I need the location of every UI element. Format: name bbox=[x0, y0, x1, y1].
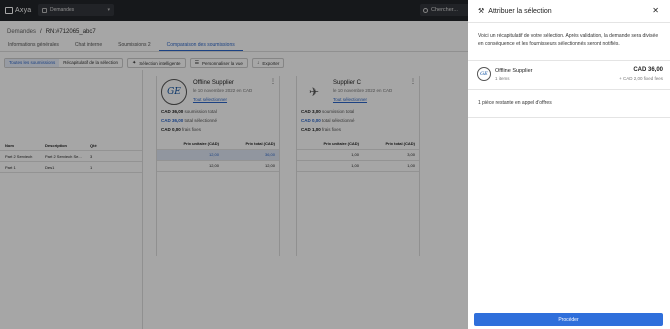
proceed-button[interactable]: Procéder bbox=[474, 313, 663, 326]
close-icon[interactable]: ✕ bbox=[652, 6, 659, 15]
supplier-fixed-fees: + CAD 2,00 fixed fees bbox=[619, 76, 663, 81]
panel-description: Voici un récapitulatif de votre sélectio… bbox=[478, 33, 659, 47]
panel-title: ⚒ Attribuer la sélection bbox=[478, 7, 552, 16]
supplier-price: CAD 36,00 bbox=[633, 67, 663, 73]
supplier-items-count: 1 items bbox=[495, 76, 510, 81]
modal-backdrop[interactable] bbox=[0, 0, 468, 329]
supplier-name: Offline Supplier bbox=[495, 68, 533, 74]
divider bbox=[468, 89, 670, 90]
hammer-icon: ⚒ bbox=[478, 8, 485, 15]
divider bbox=[468, 117, 670, 118]
remaining-parts: 1 pièce restante en appel d'offres bbox=[478, 100, 552, 106]
supplier-logo: GE bbox=[477, 67, 491, 81]
divider bbox=[468, 22, 670, 23]
panel-title-text: Attribuer la sélection bbox=[488, 7, 552, 15]
assign-selection-panel: ⚒ Attribuer la sélection ✕ Voici un réca… bbox=[468, 0, 670, 329]
divider bbox=[468, 60, 670, 61]
